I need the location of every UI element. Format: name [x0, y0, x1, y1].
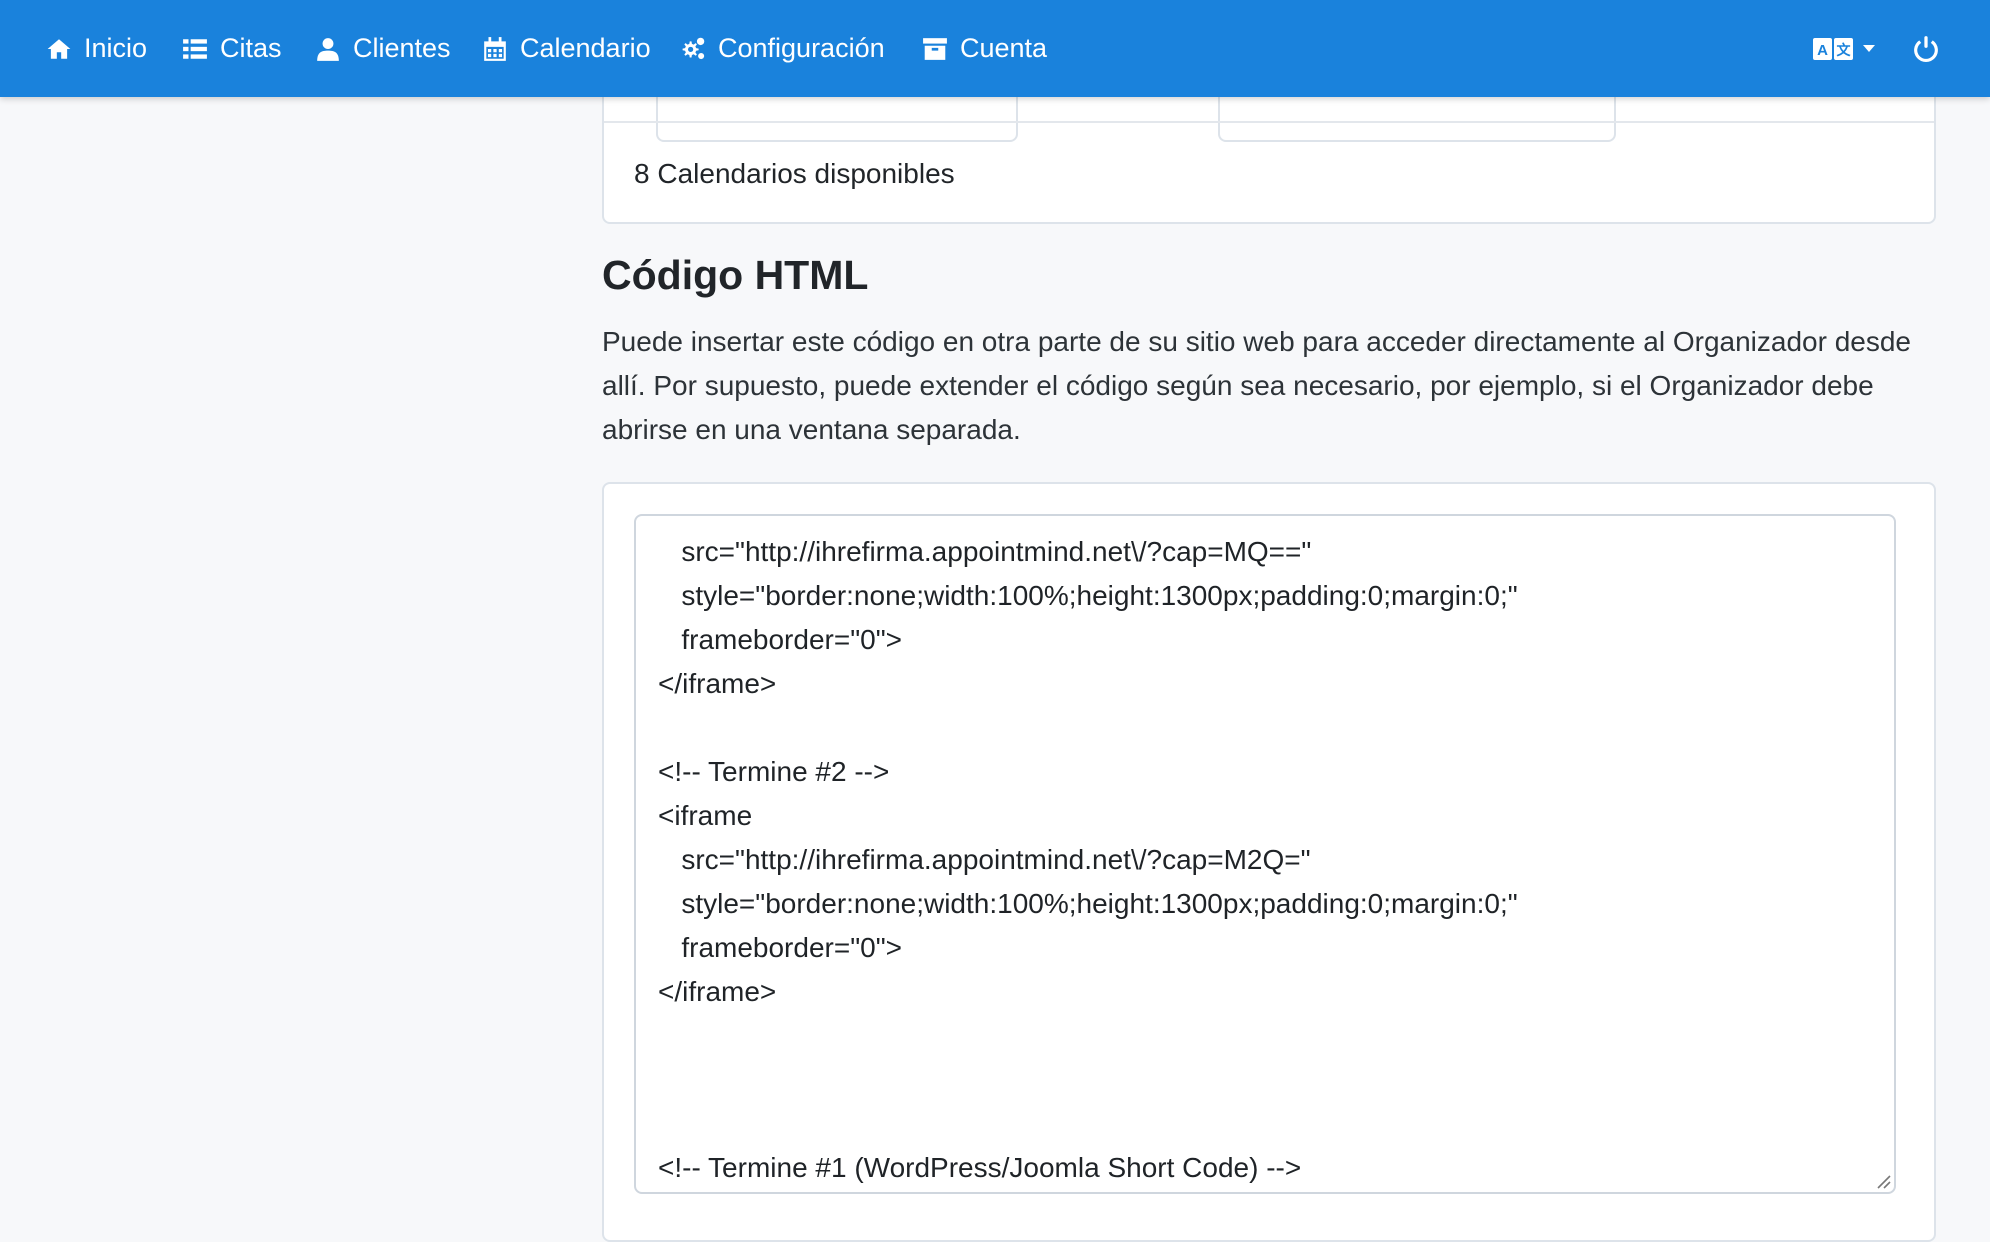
code-line: frameborder="0"> — [658, 624, 903, 655]
html-code-textarea[interactable]: src="http://ihrefirma.appointmind.net\/?… — [634, 514, 1896, 1194]
gears-icon — [682, 37, 705, 59]
home-icon — [47, 38, 71, 59]
section-description: Puede insertar este código en otra parte… — [602, 326, 1911, 445]
code-line: style="border:none;width:100%;height:130… — [658, 888, 1518, 919]
nav-item-calendario[interactable]: Calendario — [482, 0, 651, 97]
svg-text:A: A — [1817, 42, 1828, 59]
calendars-count: 8 Calendarios disponibles — [634, 158, 955, 189]
nav-item-configuracion[interactable]: Configuración — [680, 0, 885, 97]
code-line: src="http://ihrefirma.appointmind.net\/?… — [658, 536, 1312, 567]
archive-icon — [923, 37, 947, 60]
nav-item-inicio[interactable]: Inicio — [46, 0, 147, 97]
nav-label-calendario: Calendario — [520, 33, 651, 63]
code-line: </iframe> — [658, 668, 777, 699]
code-line: <!-- Termine #1 (WordPress/Joomla Short … — [658, 1152, 1302, 1183]
code-line: <!-- Termine #2 --> — [658, 756, 890, 787]
calendar-icon — [484, 36, 506, 61]
language-dropdown[interactable]: A 文 — [1813, 0, 1875, 97]
top-navbar: Inicio Citas Clientes Calendario Configu… — [0, 0, 1990, 97]
language-icon: A 文 — [1813, 37, 1853, 60]
code-line: style="border:none;width:100%;height:130… — [658, 580, 1518, 611]
nav-label-configuracion: Configuración — [718, 33, 885, 63]
power-icon — [1914, 35, 1938, 62]
logout-button[interactable] — [1912, 0, 1940, 97]
nav-item-clientes[interactable]: Clientes — [315, 0, 451, 97]
nav-item-cuenta[interactable]: Cuenta — [922, 0, 1047, 97]
card-divider — [604, 121, 1934, 123]
svg-text:文: 文 — [1837, 42, 1852, 59]
code-line: </iframe> — [658, 976, 777, 1007]
nav-label-citas: Citas — [220, 33, 282, 63]
list-icon — [183, 38, 207, 59]
code-line: frameborder="0"> — [658, 932, 903, 963]
section-title: Código HTML — [602, 252, 869, 298]
nav-label-inicio: Inicio — [84, 33, 148, 63]
nav-label-cuenta: Cuenta — [960, 33, 1048, 63]
chevron-down-icon — [1863, 45, 1875, 52]
resize-grip-icon[interactable] — [1875, 1173, 1891, 1189]
user-icon — [317, 37, 339, 61]
code-line: <iframe — [658, 800, 753, 831]
html-code-card: src="http://ihrefirma.appointmind.net\/?… — [602, 482, 1936, 1242]
nav-item-citas[interactable]: Citas — [182, 0, 282, 97]
code-line: src="http://ihrefirma.appointmind.net\/?… — [658, 844, 1311, 875]
nav-label-clientes: Clientes — [353, 33, 451, 63]
